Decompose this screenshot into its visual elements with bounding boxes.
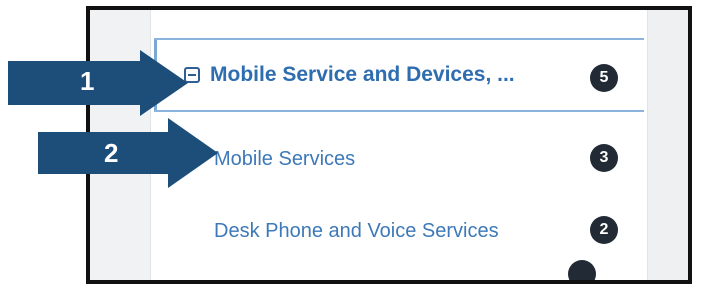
right-gutter	[647, 10, 688, 280]
callout-number: 2	[104, 138, 119, 168]
callout-number: 1	[80, 66, 95, 96]
subcategory-count-badge: 3	[590, 144, 618, 172]
partial-count-badge	[568, 260, 596, 280]
subcategory-link-desk-phone-and-voice-services[interactable]: Desk Phone and Voice Services	[214, 220, 499, 243]
category-row-mobile-service-and-devices[interactable]: Mobile Service and Devices, ... 5	[154, 38, 644, 112]
category-label[interactable]: Mobile Service and Devices, ...	[210, 63, 515, 87]
callout-arrow-1: 1	[8, 50, 188, 116]
category-count-badge: 5	[590, 64, 618, 92]
subcategory-count-badge: 2	[590, 216, 618, 244]
subcategory-link-mobile-services[interactable]: Mobile Services	[214, 148, 355, 171]
arrow-right-icon	[38, 118, 218, 188]
arrow-right-icon	[8, 50, 188, 116]
callout-arrow-2: 2	[38, 118, 218, 188]
